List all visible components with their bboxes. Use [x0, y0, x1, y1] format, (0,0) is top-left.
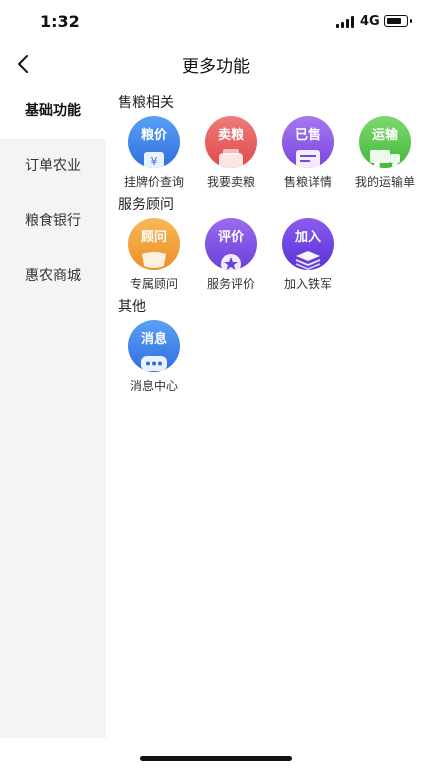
grid-item-sold-detail[interactable]: 已售 售粮详情 [270, 116, 346, 189]
battery-icon [384, 15, 412, 27]
star-icon: 评价 [205, 218, 257, 270]
sidebar-item-mall[interactable]: 惠农商城 [0, 249, 106, 304]
sidebar-item-order-agriculture[interactable]: 订单农业 [0, 139, 106, 194]
price-icon: 粮价 ¥ [128, 116, 180, 168]
message-icon: 消息 [128, 320, 180, 372]
advisor-icon: 顾问 [128, 218, 180, 270]
item-label: 售粮详情 [283, 175, 332, 189]
grid-item-join-team[interactable]: 加入 加入铁军 [270, 218, 346, 291]
layers-icon: 加入 [282, 218, 334, 270]
section-title: 服务顾问 [118, 197, 174, 213]
item-label: 挂牌价查询 [123, 175, 184, 189]
nav-bar: 更多功能 [0, 44, 432, 84]
content-panel: 售粮相关 粮价 ¥ 挂牌价查询 卖粮 我要卖粮 已售 售粮详情 运输 我的运输单… [106, 84, 432, 738]
grid-item-exclusive-advisor[interactable]: 顾问 专属顾问 [116, 218, 192, 291]
section-title: 其他 [118, 299, 146, 315]
signal-icon [336, 16, 356, 28]
svg-text:¥: ¥ [151, 155, 158, 168]
grid-item-service-rating[interactable]: 评价 服务评价 [193, 218, 269, 291]
item-label: 我的运输单 [354, 175, 415, 189]
grid-item-my-transport[interactable]: 运输 我的运输单 [347, 116, 423, 189]
item-label: 加入铁军 [283, 277, 332, 291]
grid-item-sell-grain[interactable]: 卖粮 我要卖粮 [193, 116, 269, 189]
status-bar: 1:32 4G [0, 0, 432, 44]
page-title: 更多功能 [182, 57, 250, 77]
item-label: 消息中心 [129, 379, 178, 393]
sidebar-item-basic[interactable]: 基础功能 [0, 84, 106, 139]
sold-detail-icon: 已售 [282, 116, 334, 168]
grid-item-price-query[interactable]: 粮价 ¥ 挂牌价查询 [116, 116, 192, 189]
grid-item-message-center[interactable]: 消息 消息中心 [116, 320, 192, 393]
truck-icon: 运输 [359, 116, 411, 168]
home-indicator [140, 756, 292, 761]
status-time: 1:32 [40, 12, 80, 31]
section-title: 售粮相关 [118, 95, 174, 111]
item-label: 专属顾问 [129, 277, 178, 291]
sidebar: 基础功能 订单农业 粮食银行 惠农商城 [0, 84, 106, 738]
item-label: 我要卖粮 [206, 175, 255, 189]
sell-grain-icon: 卖粮 [205, 116, 257, 168]
sidebar-item-grain-bank[interactable]: 粮食银行 [0, 194, 106, 249]
item-label: 服务评价 [206, 277, 255, 291]
network-type: 4G [360, 14, 380, 29]
